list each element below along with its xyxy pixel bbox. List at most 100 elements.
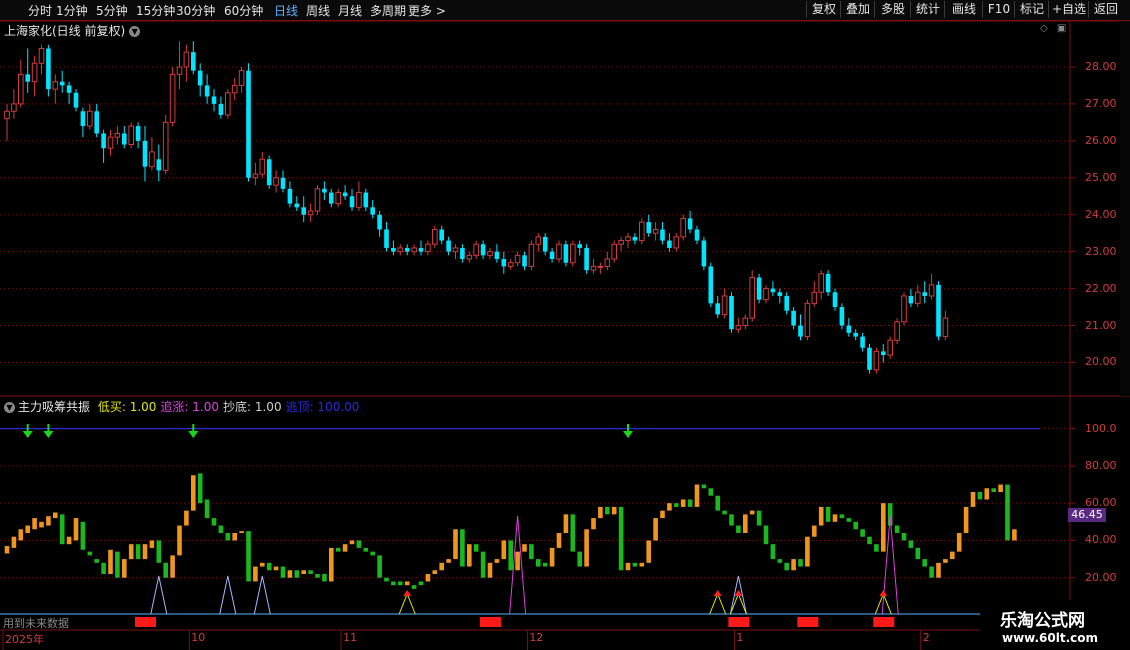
candle-body xyxy=(197,70,203,86)
indicator-bar xyxy=(922,559,927,567)
indicator-bar xyxy=(556,533,562,548)
price-axis-label: 21.00 xyxy=(1085,318,1117,332)
candle-body xyxy=(377,214,382,230)
indicator-bar xyxy=(501,540,507,560)
chart-canvas xyxy=(0,20,1130,650)
price-axis-label: 22.00 xyxy=(1085,281,1117,295)
candle-body xyxy=(128,125,134,146)
indicator-bar xyxy=(729,514,734,526)
candle-body xyxy=(142,140,148,167)
candle-body xyxy=(660,229,665,241)
date-axis-label: 2025年 xyxy=(5,633,44,646)
candle-body xyxy=(301,207,306,215)
candle-body xyxy=(218,103,224,115)
indicator-bar xyxy=(605,506,610,515)
indicator-bar xyxy=(956,533,962,552)
candle-body xyxy=(231,84,238,94)
indicator-bar xyxy=(322,574,327,582)
indicator-bar xyxy=(4,546,10,554)
indicator-bar xyxy=(225,533,231,541)
indicator-bar xyxy=(943,559,948,563)
indicator-bar xyxy=(977,492,983,500)
indicator-name[interactable]: 主力吸筹共振 xyxy=(18,400,90,414)
indicator-bar xyxy=(432,570,438,574)
indicator-bar xyxy=(846,518,852,522)
red-signal-block xyxy=(728,617,750,627)
candle-body xyxy=(922,292,927,296)
red-up-arrow xyxy=(403,590,412,596)
candle-body xyxy=(756,277,762,300)
indicator-bar xyxy=(743,514,748,533)
indicator-bar xyxy=(446,559,451,563)
candle-body xyxy=(446,240,451,252)
indicator-bar xyxy=(404,581,410,586)
indicator-bar xyxy=(232,533,237,541)
indicator-bar xyxy=(529,544,534,560)
candle-body xyxy=(528,243,535,267)
candle-body xyxy=(480,244,486,256)
candle-body xyxy=(494,251,500,260)
indicator-bar xyxy=(756,510,762,526)
candle-body xyxy=(784,295,789,311)
candle-body xyxy=(349,196,355,208)
candle-body xyxy=(11,103,17,112)
candle-body xyxy=(466,254,473,260)
indicator-bar xyxy=(32,518,37,530)
candle-body xyxy=(94,111,99,134)
indicator-bar xyxy=(832,514,838,522)
indicator-bar xyxy=(936,562,941,578)
indicator-bar xyxy=(246,531,251,582)
candle-body xyxy=(18,73,24,105)
candle-body xyxy=(680,217,687,238)
white-triangle xyxy=(219,575,237,615)
indicator-bar xyxy=(660,510,665,519)
candle-body xyxy=(590,265,597,271)
indicator-axis-label: 100.0 xyxy=(1085,421,1117,435)
indicator-bar xyxy=(46,516,51,526)
indicator-bar xyxy=(204,499,210,519)
candle-body xyxy=(259,158,266,175)
indicator-params: 低买: 1.00 追涨: 1.00 抄底: 1.00 逃顶: 100.00 xyxy=(98,400,364,414)
indicator-bar xyxy=(963,506,969,533)
candle-body xyxy=(460,247,465,260)
candle-body xyxy=(646,222,651,234)
candle-body xyxy=(908,295,914,304)
indicator-bar xyxy=(701,484,707,489)
indicator-bar xyxy=(770,544,776,560)
red-up-arrow xyxy=(879,590,888,596)
candle-body xyxy=(894,321,900,341)
candle-body xyxy=(846,325,852,333)
candle-body xyxy=(107,136,114,149)
indicator-bar xyxy=(460,529,465,567)
right-info-strip xyxy=(1119,21,1130,396)
chevron-down-icon[interactable]: ▼ xyxy=(4,402,15,413)
candle-body xyxy=(860,336,865,348)
indicator-bar xyxy=(812,525,817,537)
candle-body xyxy=(294,203,300,208)
indicator-bar xyxy=(894,525,900,533)
indicator-bar xyxy=(763,525,769,545)
candle-body xyxy=(618,240,624,245)
candle-body xyxy=(873,350,880,371)
indicator-bar xyxy=(867,536,872,545)
white-triangle xyxy=(253,575,271,615)
date-axis-label: 12 xyxy=(529,631,544,644)
candle-body xyxy=(266,159,272,186)
date-axis-label: 10 xyxy=(191,631,206,644)
indicator-bar xyxy=(998,484,1003,492)
watermark-url: www.60lt.com xyxy=(1002,631,1099,645)
indicator-bar xyxy=(80,521,86,550)
candle-body xyxy=(839,307,845,326)
indicator-bar xyxy=(191,475,196,511)
indicator-bar xyxy=(798,559,803,567)
indicator-bar xyxy=(115,551,120,578)
candle-body xyxy=(825,273,831,293)
indicator-bar xyxy=(87,551,93,556)
indicator-bar xyxy=(363,547,369,552)
indicator-bar xyxy=(901,533,907,541)
indicator-axis-label: 40.00 xyxy=(1085,533,1117,547)
indicator-bar xyxy=(749,510,755,515)
indicator-bar xyxy=(915,547,921,560)
white-triangle xyxy=(150,575,168,615)
indicator-bar xyxy=(680,499,686,507)
